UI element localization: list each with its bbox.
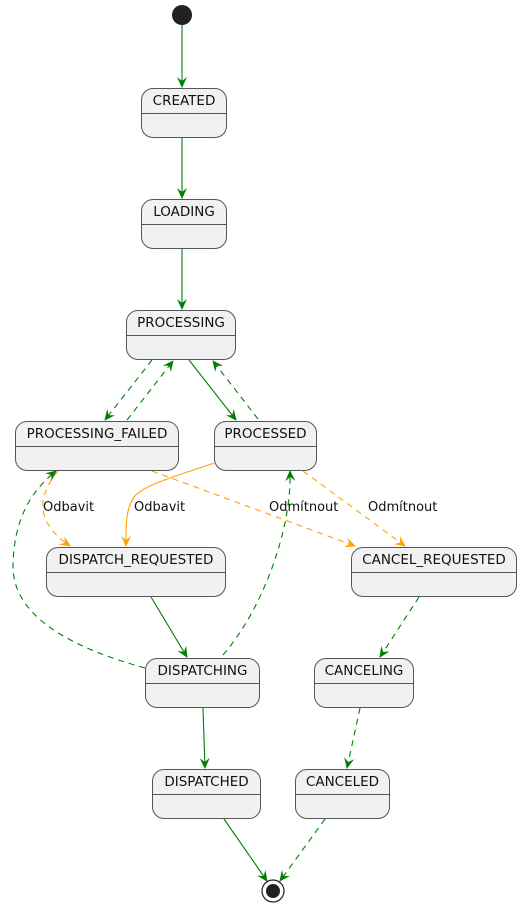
edge-canceled-end — [279, 818, 326, 882]
label-processed-dispatch: Odbavit — [134, 500, 186, 515]
state-name: CANCEL_REQUESTED — [352, 548, 516, 573]
label-processed-cancel: Odmítnout — [368, 500, 438, 515]
edge-dispatched-end — [223, 818, 268, 882]
state-canceling: CANCELING — [314, 658, 414, 708]
state-name: CANCELED — [296, 770, 389, 795]
edge-failed-processing — [126, 360, 174, 421]
edge-processed-processing — [212, 360, 259, 420]
state-name: PROCESSED — [215, 422, 316, 447]
state-dispatching: DISPATCHING — [145, 658, 260, 708]
state-cancel-requested: CANCEL_REQUESTED — [351, 547, 517, 597]
state-name: DISPATCHING — [146, 659, 259, 684]
label-failed-cancel: Odmítnout — [269, 500, 339, 515]
state-name: CREATED — [142, 89, 226, 114]
state-processed: PROCESSED — [214, 421, 317, 471]
state-created: CREATED — [141, 88, 227, 138]
edge-cancel-requested-canceling — [379, 596, 420, 658]
edge-canceling-canceled — [344, 707, 361, 769]
final-state — [261, 879, 285, 903]
edge-processing-processed — [188, 359, 237, 421]
edge-dispatch-requested-dispatching — [150, 596, 188, 658]
edge-processing-failed — [104, 359, 153, 421]
state-name: DISPATCHED — [153, 770, 260, 795]
state-name: DISPATCH_REQUESTED — [47, 548, 225, 573]
edge-dispatching-dispatched — [199, 707, 210, 769]
state-dispatch-requested: DISPATCH_REQUESTED — [46, 547, 226, 597]
state-processing-failed: PROCESSING_FAILED — [15, 421, 179, 471]
state-name: LOADING — [142, 200, 226, 225]
edge-dispatching-processed — [222, 470, 296, 656]
state-processing: PROCESSING — [126, 310, 236, 360]
state-dispatched: DISPATCHED — [152, 769, 261, 819]
state-name: PROCESSING_FAILED — [16, 422, 178, 447]
state-name: CANCELING — [315, 659, 413, 684]
state-name: PROCESSING — [127, 311, 235, 336]
initial-state — [172, 5, 192, 25]
label-failed-dispatch: Odbavit — [43, 500, 95, 515]
state-canceled: CANCELED — [295, 769, 390, 819]
state-loading: LOADING — [141, 199, 227, 249]
